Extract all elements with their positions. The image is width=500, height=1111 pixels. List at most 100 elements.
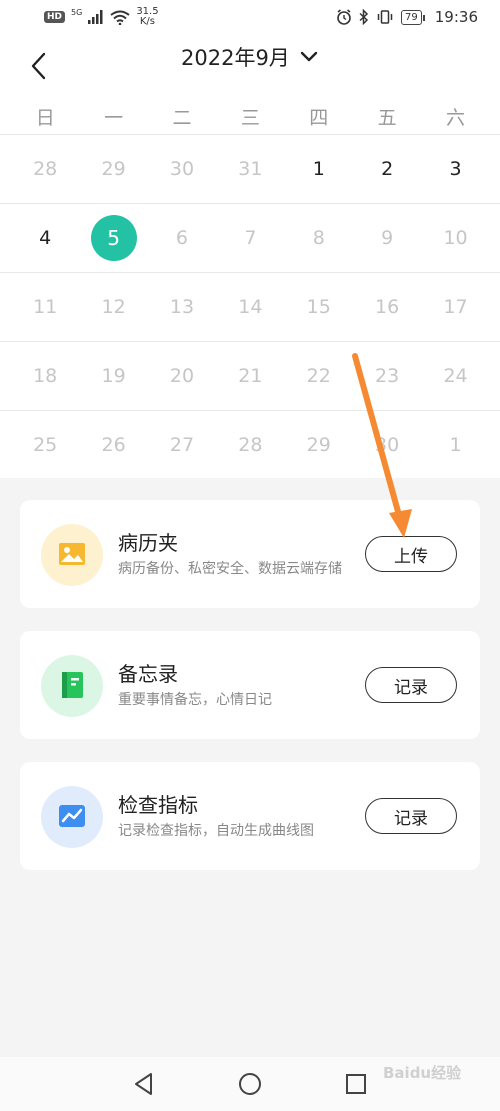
card-action-button[interactable]: 记录 [365, 798, 457, 834]
card-action-button[interactable]: 记录 [365, 667, 457, 703]
day-cell[interactable]: 7 [216, 204, 284, 272]
day-cell[interactable]: 17 [421, 273, 489, 341]
day-number: 10 [443, 227, 468, 249]
day-cell[interactable]: 12 [79, 273, 147, 341]
nav-home-icon[interactable] [237, 1071, 263, 1097]
day-cell[interactable]: 31 [216, 135, 284, 203]
card-title: 备忘录 [118, 662, 178, 686]
week-row: 11 12 13 14 15 16 17 [0, 272, 500, 341]
day-cell[interactable]: 24 [421, 342, 489, 410]
day-cell[interactable]: 26 [79, 411, 147, 479]
card-description: 记录检查指标，自动生成曲线图 [118, 823, 314, 839]
hd-badge: HD [44, 11, 66, 23]
day-cell[interactable]: 14 [216, 273, 284, 341]
card-title: 检查指标 [118, 793, 198, 817]
day-number: 24 [443, 365, 468, 387]
day-number: 21 [238, 365, 263, 387]
day-cell[interactable]: 28 [216, 411, 284, 479]
week-row: 28 29 30 31 1 2 3 [0, 134, 500, 203]
day-number: 14 [238, 296, 263, 318]
day-number: 4 [39, 227, 52, 249]
day-number: 13 [169, 296, 195, 318]
day-number: 29 [101, 158, 126, 180]
status-right: 79 19:36 [336, 6, 478, 28]
status-time: 19:36 [434, 8, 478, 26]
day-cell[interactable]: 28 [11, 135, 79, 203]
day-cell[interactable]: 6 [148, 204, 216, 272]
signal-5g-label: 5G [71, 7, 83, 17]
day-cell[interactable]: 10 [421, 204, 489, 272]
day-number: 23 [375, 365, 400, 387]
day-cell[interactable]: 18 [11, 342, 79, 410]
day-cell[interactable]: 9 [353, 204, 421, 272]
day-cell[interactable]: 30 [148, 135, 216, 203]
calendar-grid: 28 29 30 31 1 2 3 4 5 6 7 8 9 10 11 12 13 14 15 16 17 18 19 20 2… [0, 134, 500, 479]
bluetooth-icon [359, 9, 369, 25]
day-cell[interactable]: 4 [11, 204, 79, 272]
feature-card[interactable]: 病历夹 病历备份、私密安全、数据云端存储 上传 [20, 500, 480, 608]
weekday-label: 三 [240, 107, 260, 129]
day-cell[interactable]: 23 [353, 342, 421, 410]
weekday-label: 二 [172, 107, 192, 129]
alarm-icon [337, 9, 351, 25]
status-left: HD 5G 31.5 K/s [44, 6, 159, 28]
battery-indicator: 79 [401, 9, 425, 25]
day-number: 15 [306, 296, 331, 318]
day-number: 1 [312, 158, 325, 180]
signal-icon [88, 10, 103, 24]
day-number: 1 [449, 434, 462, 456]
day-cell[interactable]: 29 [79, 135, 147, 203]
day-cell[interactable]: 8 [285, 204, 353, 272]
day-number: 28 [33, 158, 58, 180]
calendar-panel: 2022年9月 日一二三四五六 28 29 30 31 1 2 3 4 5 6 7 8 9 10 11 12 1… [0, 34, 500, 478]
day-cell[interactable]: 3 [421, 135, 489, 203]
notebook-icon [62, 672, 83, 698]
day-cell[interactable]: 29 [285, 411, 353, 479]
day-number: 11 [33, 296, 58, 318]
day-number: 6 [175, 227, 189, 249]
nav-recents-icon[interactable] [343, 1071, 369, 1097]
day-number: 2 [381, 158, 394, 180]
feature-card[interactable]: 备忘录 重要事情备忘，心情日记 记录 [20, 631, 480, 739]
month-title[interactable]: 2022年9月 [181, 44, 290, 72]
day-number: 17 [443, 296, 468, 318]
net-speed: 31.5 K/s [136, 7, 158, 27]
day-number: 25 [33, 434, 58, 456]
back-arrow-icon[interactable] [28, 52, 50, 80]
week-row: 18 19 20 21 22 23 24 [0, 341, 500, 410]
chevron-down-icon[interactable] [298, 46, 320, 68]
day-cell[interactable]: 2 [353, 135, 421, 203]
weekday-label: 一 [104, 107, 124, 129]
day-cell[interactable]: 13 [148, 273, 216, 341]
card-icon-badge [41, 655, 103, 717]
calendar-header: 2022年9月 [0, 34, 500, 92]
card-icon-badge [41, 786, 103, 848]
day-number: 26 [101, 434, 126, 456]
day-number: 28 [238, 434, 263, 456]
day-cell[interactable]: 20 [148, 342, 216, 410]
feature-card[interactable]: 检查指标记录检查指标，自动生成曲线图 记录 [20, 762, 480, 870]
weekday-header: 日一二三四五六 [0, 98, 500, 138]
day-cell[interactable]: 1 [285, 135, 353, 203]
day-cell[interactable]: 21 [216, 342, 284, 410]
day-number: 18 [33, 365, 58, 387]
day-cell[interactable]: 11 [11, 273, 79, 341]
day-number: 30 [375, 434, 400, 456]
day-cell[interactable]: 1 [421, 411, 489, 479]
chart-icon [59, 805, 85, 827]
wifi-icon [110, 10, 130, 25]
day-number: 31 [238, 158, 263, 180]
day-cell[interactable]: 19 [79, 342, 147, 410]
card-action-button[interactable]: 上传 [365, 536, 457, 572]
day-cell[interactable]: 27 [148, 411, 216, 479]
status-bar: HD 5G 31.5 K/s 79 19:36 [0, 0, 500, 34]
nav-back-icon[interactable] [131, 1071, 157, 1097]
day-number: 7 [244, 227, 257, 249]
day-number: 12 [101, 296, 126, 318]
day-cell[interactable]: 16 [353, 273, 421, 341]
day-cell-selected[interactable]: 5 [79, 204, 147, 272]
day-cell[interactable]: 30 [353, 411, 421, 479]
day-cell[interactable]: 15 [285, 273, 353, 341]
day-cell[interactable]: 25 [11, 411, 79, 479]
day-cell[interactable]: 22 [285, 342, 353, 410]
